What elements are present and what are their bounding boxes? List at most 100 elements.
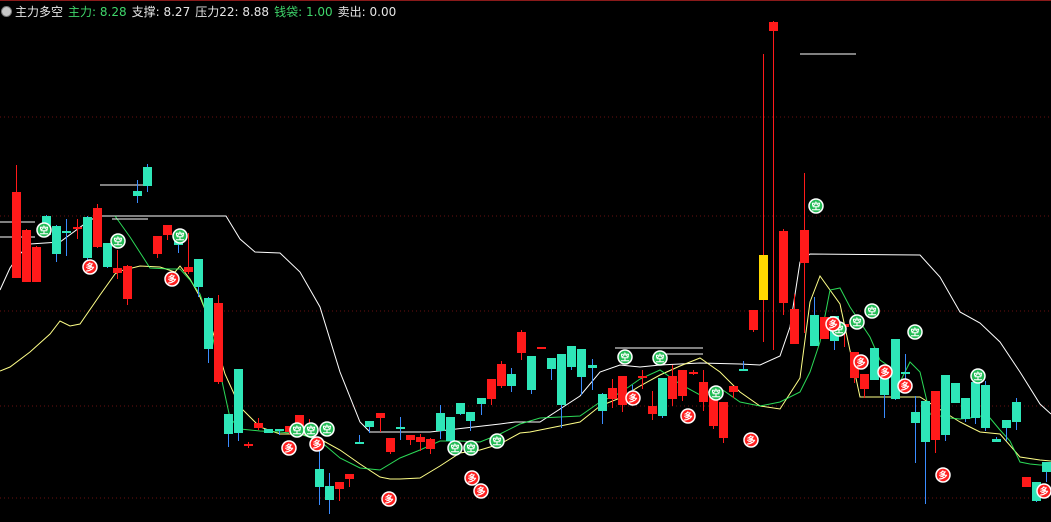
sell-marker-label: 空	[910, 327, 919, 339]
buy-marker-label: 多	[467, 473, 476, 485]
candle-body	[83, 217, 92, 258]
buy-marker-label: 多	[476, 486, 485, 498]
candle-body	[73, 227, 82, 229]
buy-marker-label: 多	[628, 393, 637, 405]
buy-marker-label: 多	[1039, 486, 1048, 498]
candle-body	[981, 385, 990, 428]
candle-body	[961, 398, 970, 419]
sell-marker-label: 空	[466, 443, 475, 455]
buy-marker-label: 多	[167, 274, 176, 286]
candle-body	[365, 421, 374, 427]
sell-marker-label: 空	[175, 231, 184, 243]
candle-body	[204, 298, 213, 349]
candle-body	[426, 439, 435, 449]
candle-body	[759, 255, 768, 300]
sell-marker-label: 空	[113, 236, 122, 248]
indicator-name: 主力多空	[15, 4, 64, 19]
candle-body	[608, 388, 617, 399]
legend-maichu: 卖出: 0.00	[337, 4, 397, 19]
candle-body	[12, 192, 21, 278]
candle-body	[315, 469, 324, 487]
candle-body	[224, 414, 233, 434]
buy-marker-label: 多	[900, 381, 909, 393]
candle-body	[638, 376, 647, 378]
legend-zhicheng: 支撑: 8.27	[131, 4, 191, 19]
candle-body	[668, 376, 677, 399]
sell-marker-label: 空	[306, 425, 315, 437]
candle-body	[184, 267, 193, 272]
candle-body	[143, 167, 152, 186]
candle-body	[103, 243, 112, 267]
legend-qiandai: 钱袋: 1.00	[274, 4, 333, 19]
sell-marker-label: 空	[39, 225, 48, 237]
buy-marker-label: 多	[284, 443, 293, 455]
candle-body	[678, 370, 687, 396]
buy-marker-label: 多	[746, 435, 755, 447]
buy-marker-label: 多	[856, 357, 865, 369]
candle-body	[547, 358, 556, 369]
candle-body	[62, 231, 71, 233]
candle-body	[153, 236, 162, 254]
candle-body	[648, 406, 657, 414]
candle-body	[577, 349, 586, 377]
sell-marker-label: 空	[852, 317, 861, 329]
candle-body	[941, 375, 950, 435]
candle-body	[244, 444, 253, 446]
candle-body	[567, 346, 576, 367]
sell-marker-label: 空	[973, 371, 982, 383]
indicator-legend: 主力多空 主力: 8.28 支撑: 8.27 压力22: 8.88 钱袋: 1.…	[0, 0, 401, 22]
candle-body	[931, 391, 940, 440]
candle-body	[477, 398, 486, 404]
zhuli-line	[114, 215, 1051, 471]
candle-body	[719, 402, 728, 438]
candle-body	[406, 435, 415, 440]
candle-body	[386, 438, 395, 452]
candle-body	[264, 429, 273, 433]
candle-body	[396, 427, 405, 429]
candle-body	[416, 437, 425, 442]
candle-body	[911, 412, 920, 423]
sell-marker-label: 空	[322, 424, 331, 436]
candle-body	[456, 403, 465, 414]
buy-marker-label: 多	[828, 319, 837, 331]
candle-body	[1042, 462, 1051, 472]
candle-body	[870, 348, 879, 380]
candle-body	[234, 369, 243, 433]
indicator-lines	[0, 53, 1051, 480]
candle-body	[163, 225, 172, 235]
candle-body	[1012, 402, 1021, 422]
candlestick-chart[interactable]: 空空 空空空空空 空空空 空空空空空空空空多多多 多多多多多多多多多多多多多	[0, 0, 1051, 522]
candle-body	[588, 365, 597, 368]
candle-body	[598, 394, 607, 411]
candle-body	[517, 332, 526, 353]
candle-body	[133, 191, 142, 196]
candle-body	[729, 386, 738, 392]
candle-body	[93, 208, 102, 247]
sell-marker-label: 空	[655, 353, 664, 365]
candle-body	[699, 382, 708, 402]
candle-body	[810, 315, 819, 346]
candle-body	[689, 372, 698, 374]
sell-marker-label: 空	[867, 306, 876, 318]
indicator-toggle-icon[interactable]	[1, 5, 12, 17]
legend-yali22: 压力22: 8.88	[195, 4, 270, 19]
candle-body	[123, 266, 132, 299]
legend-zhuli: 主力: 8.28	[68, 4, 127, 19]
sell-marker-label: 空	[811, 201, 820, 213]
candle-body	[749, 310, 758, 330]
candle-body	[275, 429, 284, 431]
candle-body	[22, 230, 31, 282]
candle-body	[901, 372, 910, 374]
candle-body	[779, 231, 788, 303]
candle-body	[537, 347, 546, 349]
candle-body	[992, 439, 1001, 442]
candle-body	[739, 369, 748, 371]
sell-marker-label: 空	[620, 352, 629, 364]
candle-body	[618, 376, 627, 405]
candle-body	[436, 413, 445, 431]
candle-body	[254, 423, 263, 428]
candle-body	[921, 401, 930, 442]
buy-marker-label: 多	[384, 494, 393, 506]
candles	[12, 21, 1051, 514]
buy-marker-label: 多	[85, 262, 94, 274]
